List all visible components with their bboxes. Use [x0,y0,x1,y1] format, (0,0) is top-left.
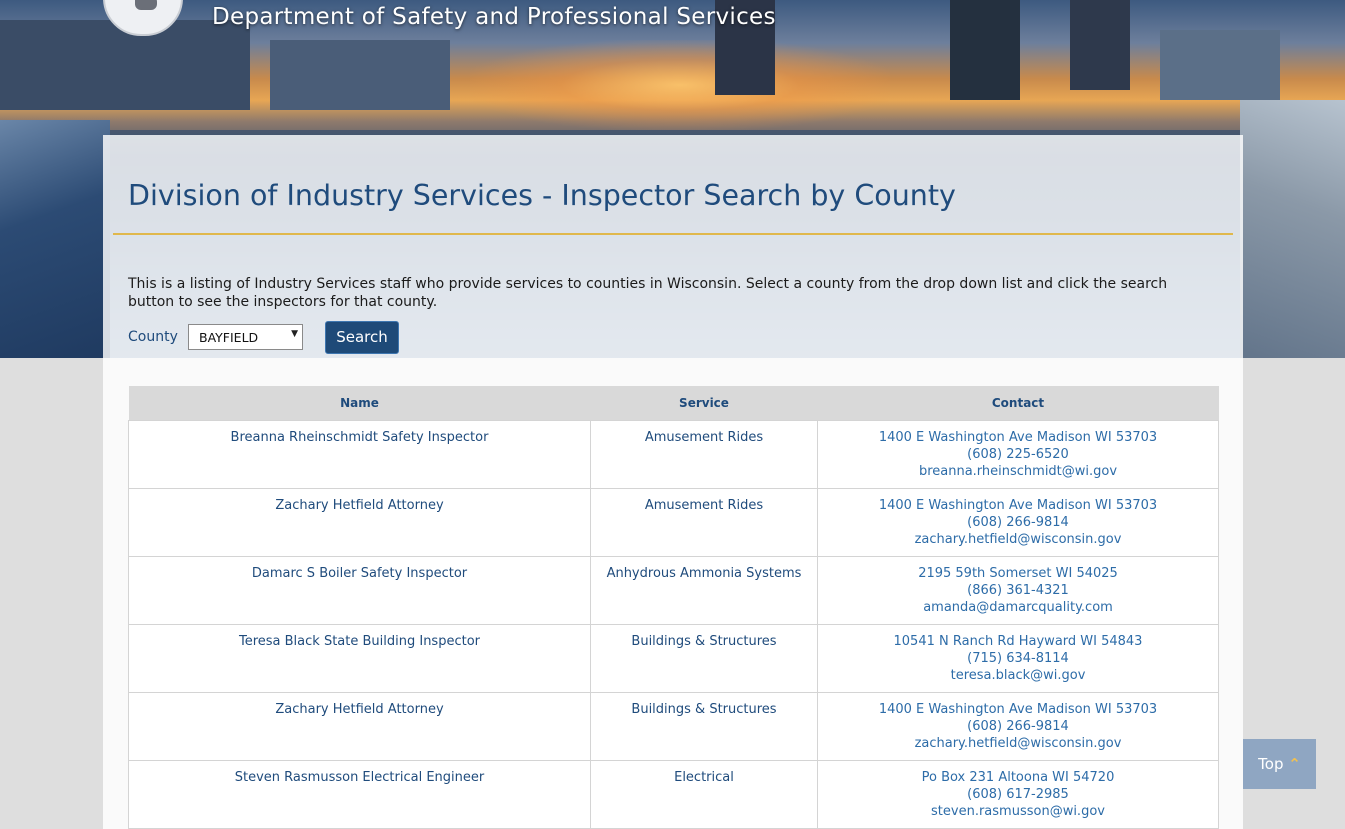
inspector-service: Buildings & Structures [590,624,818,693]
column-header-contact: Contact [817,386,1219,421]
inspector-service: Amusement Rides [590,488,818,557]
contact-address-link[interactable]: 1400 E Washington Ave Madison WI 53703 [822,429,1214,446]
contact-email-link[interactable]: breanna.rheinschmidt@wi.gov [822,463,1214,480]
inspector-contact: Po Box 231 Altoona WI 54720 (608) 617-29… [817,760,1219,829]
inspector-contact: 2195 59th Somerset WI 54025 (866) 361-43… [817,556,1219,625]
contact-email-link[interactable]: amanda@damarcquality.com [822,599,1214,616]
banner-rocks-left [0,120,110,358]
county-select[interactable]: BAYFIELD ▼ [188,324,303,350]
contact-phone-link[interactable]: (608) 225-6520 [822,446,1214,463]
inspector-service: Electrical [590,760,818,829]
contact-address-link[interactable]: 1400 E Washington Ave Madison WI 53703 [822,497,1214,514]
title-divider [113,233,1233,235]
chevron-up-icon: ⌃ [1288,755,1301,773]
table-row: Zachary Hetfield Attorney Amusement Ride… [128,488,1219,557]
contact-email-link[interactable]: steven.rasmusson@wi.gov [822,803,1214,820]
inspector-name: Teresa Black State Building Inspector [128,624,591,693]
inspector-name: Damarc S Boiler Safety Inspector [128,556,591,625]
back-to-top-label: Top [1258,755,1284,773]
contact-address-link[interactable]: 10541 N Ranch Rd Hayward WI 54843 [822,633,1214,650]
contact-phone-link[interactable]: (608) 266-9814 [822,718,1214,735]
inspector-table: Name Service Contact Breanna Rheinschmid… [128,386,1219,829]
table-row: Damarc S Boiler Safety Inspector Anhydro… [128,556,1219,625]
column-header-service: Service [590,386,818,421]
inspector-name: Zachary Hetfield Attorney [128,692,591,761]
contact-address-link[interactable]: Po Box 231 Altoona WI 54720 [822,769,1214,786]
contact-email-link[interactable]: zachary.hetfield@wisconsin.gov [822,735,1214,752]
inspector-service: Anhydrous Ammonia Systems [590,556,818,625]
search-button[interactable]: Search [325,321,399,354]
county-label: County [128,329,178,345]
banner-building [0,20,250,110]
table-row: Teresa Black State Building Inspector Bu… [128,624,1219,693]
column-header-name: Name [128,386,591,421]
inspector-service: Amusement Rides [590,420,818,489]
banner-building [270,40,450,110]
contact-phone-link[interactable]: (608) 617-2985 [822,786,1214,803]
county-select-value: BAYFIELD [199,330,259,345]
table-header-row: Name Service Contact [128,386,1219,421]
dropdown-arrow-icon: ▼ [291,329,298,339]
contact-address-link[interactable]: 1400 E Washington Ave Madison WI 53703 [822,701,1214,718]
table-row: Breanna Rheinschmidt Safety Inspector Am… [128,420,1219,489]
inspector-name: Zachary Hetfield Attorney [128,488,591,557]
table-row: Steven Rasmusson Electrical Engineer Ele… [128,760,1219,829]
contact-email-link[interactable]: zachary.hetfield@wisconsin.gov [822,531,1214,548]
contact-phone-link[interactable]: (608) 266-9814 [822,514,1214,531]
intro-text: This is a listing of Industry Services s… [128,276,1168,310]
contact-phone-link[interactable]: (866) 361-4321 [822,582,1214,599]
contact-phone-link[interactable]: (715) 634-8114 [822,650,1214,667]
contact-email-link[interactable]: teresa.black@wi.gov [822,667,1214,684]
banner-sunset-glow [470,40,890,130]
banner-building [950,0,1020,100]
inspector-contact: 10541 N Ranch Rd Hayward WI 54843 (715) … [817,624,1219,693]
page-title: Division of Industry Services - Inspecto… [128,179,956,212]
inspector-contact: 1400 E Washington Ave Madison WI 53703 (… [817,692,1219,761]
inspector-name: Steven Rasmusson Electrical Engineer [128,760,591,829]
contact-address-link[interactable]: 2195 59th Somerset WI 54025 [822,565,1214,582]
inspector-contact: 1400 E Washington Ave Madison WI 53703 (… [817,420,1219,489]
banner-rocks-right [1240,100,1345,358]
inspector-contact: 1400 E Washington Ave Madison WI 53703 (… [817,488,1219,557]
banner-building [1160,30,1280,100]
department-title[interactable]: Department of Safety and Professional Se… [212,4,776,30]
inspector-name: Breanna Rheinschmidt Safety Inspector [128,420,591,489]
back-to-top-button[interactable]: Top ⌃ [1243,739,1316,789]
table-row: Zachary Hetfield Attorney Buildings & St… [128,692,1219,761]
inspector-service: Buildings & Structures [590,692,818,761]
banner-building [1070,0,1130,90]
